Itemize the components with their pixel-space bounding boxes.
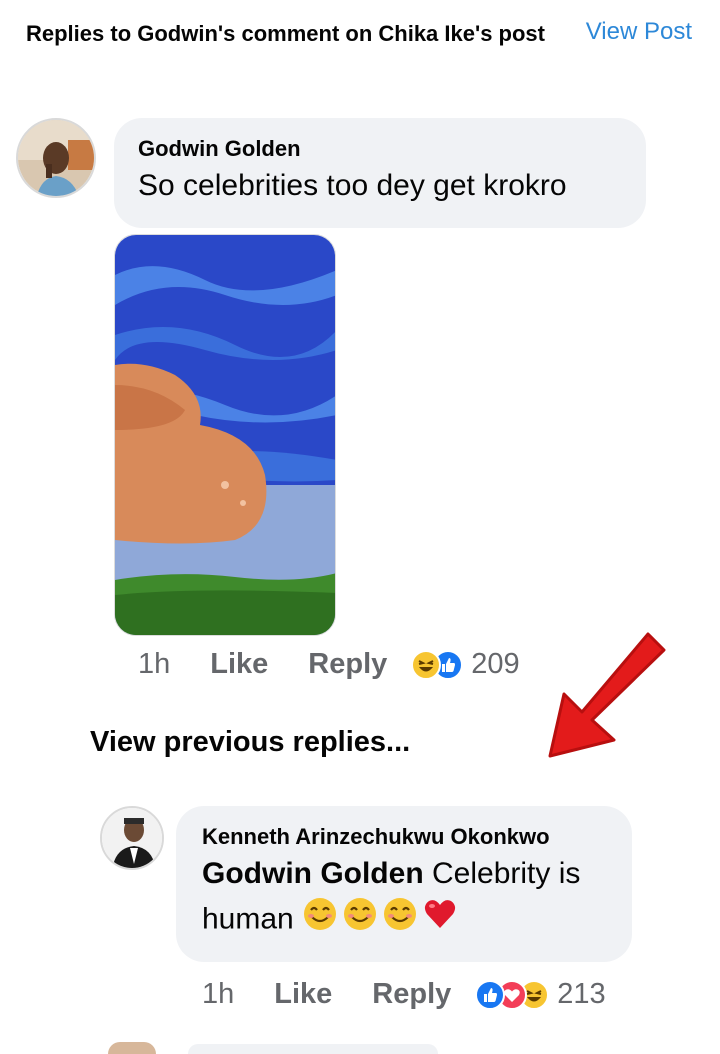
reply-actions: 1h Like Reply 213 (202, 978, 606, 1011)
avatar[interactable] (100, 806, 164, 870)
reply-button[interactable]: Reply (372, 978, 451, 1011)
laughing-emoji (411, 649, 442, 680)
next-reply-avatar-edge (108, 1042, 156, 1054)
reaction-count: 213 (557, 978, 606, 1010)
reply-author[interactable]: Kenneth Arinzechukwu Okonkwo (202, 824, 632, 850)
comment-actions: 1h Like Reply 209 (138, 648, 520, 681)
page-header: Replies to Godwin's comment on Chika Ike… (26, 16, 546, 51)
comment-text: So celebrities too dey get krokro (138, 169, 567, 202)
reactions-summary[interactable]: 213 (475, 978, 606, 1011)
pool-photo (115, 235, 335, 635)
reply-bubble[interactable]: Kenneth Arinzechukwu Okonkwo Godwin Gold… (176, 806, 632, 962)
next-reply-bubble-edge (188, 1044, 438, 1054)
smiling-emoji (382, 896, 418, 945)
reaction-count: 209 (471, 648, 520, 680)
red-heart-emoji (422, 896, 458, 945)
reply-button[interactable]: Reply (308, 648, 387, 681)
like-icon (475, 979, 506, 1010)
avatar-photo (102, 808, 162, 868)
like-button[interactable]: Like (210, 648, 268, 681)
page-title: Replies to Godwin's comment on Chika Ike… (26, 21, 545, 46)
comment-author[interactable]: Godwin Golden (138, 136, 646, 162)
reply-text: Godwin Golden Celebrity is human (202, 852, 632, 945)
red-arrow-icon (548, 632, 666, 758)
reply-time: 1h (202, 978, 235, 1010)
like-button[interactable]: Like (274, 978, 332, 1011)
comment-bubble[interactable]: Godwin Golden So celebrities too dey get… (114, 118, 646, 228)
avatar[interactable] (16, 118, 96, 198)
avatar-photo (18, 120, 94, 196)
comment-time: 1h (138, 648, 171, 680)
smiling-emoji (342, 896, 378, 945)
view-post-link[interactable]: View Post (586, 16, 692, 48)
mention-link[interactable]: Godwin Golden (202, 857, 424, 890)
comment-image[interactable] (114, 234, 336, 636)
smiling-emoji (302, 896, 338, 945)
view-previous-replies[interactable]: View previous replies... (90, 726, 410, 759)
reactions-summary[interactable]: 209 (411, 648, 520, 681)
